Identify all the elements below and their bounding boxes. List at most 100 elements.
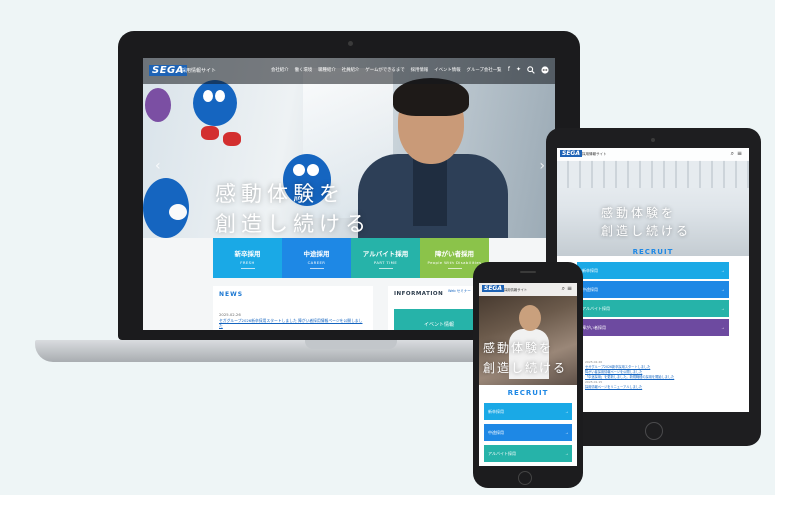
phone-home-button (518, 471, 532, 485)
tile-sublabel: PART TIME (373, 259, 398, 265)
tablet-news-list: 2025.02.26 セガグループ2026新卒採用スタートしました 障がい者採用… (585, 360, 735, 390)
nav-item-environment[interactable]: 働く環境 (295, 67, 313, 73)
event-card-label: イベント情報 (424, 322, 455, 328)
arrow-right-icon: → (721, 306, 724, 311)
nav-item-group[interactable]: グループ会社一覧 (467, 67, 502, 73)
plush-shoe (223, 132, 241, 146)
plush-toy (145, 88, 171, 122)
nav-item-events[interactable]: イベント情報 (434, 67, 460, 73)
sega-logo[interactable]: SEGA (560, 150, 582, 157)
device-mockup-scene: ‹ › 感動体験を 創造し続ける SEGA 採用情報サイト 会社紹介 働く環境 … (0, 0, 795, 509)
tile-sublabel: FRESH (240, 259, 255, 265)
arrow-right-icon: → (565, 409, 568, 414)
tablet-screen: 感動体験を 創造し続ける SEGA 採用情報サイト ⌕≡ RECRUIT 新卒採… (557, 148, 749, 412)
arrow-right-icon: → (721, 268, 724, 273)
event-card[interactable]: イベント情報 (394, 309, 482, 330)
facebook-icon[interactable]: f (508, 66, 510, 77)
plush-shoe (201, 126, 219, 140)
plush-eye (307, 164, 319, 176)
news-link[interactable]: セガグループ2026新卒採用スタートしました 障がい者採用情報ページを公開しまし… (219, 318, 364, 328)
tablet-nav-icons: ⌕≡ (731, 150, 745, 158)
nav-item-jobs[interactable]: 職種紹介 (318, 67, 336, 73)
recruit-tiles: 新卒採用 FRESH 中途採用 CAREER アルバイト採用 PART TIME… (213, 238, 489, 278)
nav-item-company[interactable]: 会社紹介 (271, 67, 289, 73)
arrow-right-icon: → (565, 430, 568, 435)
tile-part-time[interactable]: アルバイト採用 PART TIME (351, 238, 420, 278)
tablet-camera (651, 138, 655, 142)
plush-toy (193, 80, 237, 126)
nav-item-staff[interactable]: 社員紹介 (342, 67, 360, 73)
news-section: NEWS 2025.02.26 セガグループ2026新卒採用スタートしました 障… (213, 286, 373, 330)
tile-career[interactable]: 中途採用 CAREER (282, 238, 351, 278)
tablet-hero-image: 感動体験を 創造し続ける (557, 148, 749, 256)
site-name[interactable]: 採用情報サイト (504, 287, 527, 292)
tile-label: アルバイト採用 (362, 249, 409, 258)
news-heading: NEWS (219, 291, 244, 298)
row-label: 新卒採用 (582, 267, 598, 273)
site-name[interactable]: 採用情報サイト (181, 67, 216, 74)
recruit-heading: RECRUIT (632, 248, 674, 256)
tile-divider (309, 267, 324, 269)
sega-logo[interactable]: SEGA (482, 285, 504, 292)
news-date: 2025.02.26 (219, 312, 241, 317)
tablet-home-button (645, 422, 663, 440)
hamburger-menu-icon[interactable]: ≡ (737, 150, 745, 157)
top-navigation: SEGA 採用情報サイト 会社紹介 働く環境 職種紹介 社員紹介 ゲームができる… (143, 58, 555, 84)
laptop-camera (348, 41, 353, 46)
tablet-row-career[interactable]: 中途採用 → (577, 281, 729, 298)
menu-icon[interactable] (541, 66, 549, 77)
search-icon[interactable] (527, 66, 535, 77)
phone-navigation: SEGA 採用情報サイト ⌕≡ (479, 283, 577, 296)
tile-label: 中途採用 (303, 249, 330, 258)
bottom-margin (0, 495, 795, 509)
hamburger-menu-icon[interactable]: ≡ (567, 285, 574, 292)
phone-row-career[interactable]: 中途採用 → (484, 424, 572, 441)
tablet-hero-line2: 創造し続ける (601, 224, 692, 238)
phone-recruit-list: 新卒採用 → 中途採用 → アルバイト採用 → (484, 403, 572, 466)
nav-menu: 会社紹介 働く環境 職種紹介 社員紹介 ゲームができるまで 採用情報 イベント情… (271, 67, 501, 73)
tablet-row-part-time[interactable]: アルバイト採用 → (577, 300, 729, 317)
plush-eye (215, 90, 225, 102)
plush-eye (203, 90, 213, 102)
right-margin (775, 0, 795, 509)
tile-fresh[interactable]: 新卒採用 FRESH (213, 238, 282, 278)
hero-next-arrow[interactable]: › (539, 158, 545, 174)
row-label: 新卒採用 (488, 408, 504, 414)
web-seminar-badge[interactable]: Web セミナー (448, 289, 471, 293)
phone-nav-icons: ⌕≡ (562, 285, 574, 293)
tile-divider (240, 267, 255, 269)
tile-sublabel: CAREER (307, 259, 326, 265)
phone-hero-person-head (519, 305, 541, 331)
twitter-icon[interactable]: ✦ (516, 66, 521, 77)
tile-label: 新卒採用 (234, 249, 261, 258)
phone-hero-line2: 創造し続ける (483, 361, 568, 375)
person-shirt (413, 156, 447, 226)
tablet-row-disabilities[interactable]: 障がい者採用 → (577, 319, 729, 336)
arrow-right-icon: → (565, 451, 568, 456)
phone-speaker (520, 271, 536, 273)
phone-hero-line1: 感動体験を (483, 341, 554, 355)
row-label: 中途採用 (582, 286, 598, 292)
tablet-recruit-list: 新卒採用 → 中途採用 → アルバイト採用 → 障がい者採用 → (577, 262, 729, 338)
arrow-right-icon: → (721, 325, 724, 330)
nav-item-game-making[interactable]: ゲームができるまで (365, 67, 404, 73)
tablet-hero-ceiling (557, 160, 749, 188)
tile-divider (447, 267, 462, 269)
phone-row-part-time[interactable]: アルバイト採用 → (484, 445, 572, 462)
phone-row-fresh[interactable]: 新卒採用 → (484, 403, 572, 420)
tablet-navigation: SEGA 採用情報サイト ⌕≡ (557, 148, 749, 161)
tablet-hero-line1: 感動体験を (601, 206, 677, 220)
row-label: アルバイト採用 (488, 450, 516, 456)
tile-divider (378, 267, 393, 269)
recruit-heading: RECRUIT (507, 389, 549, 397)
phone-hero-image: 感動体験を 創造し続ける (479, 283, 577, 385)
row-label: 中途採用 (488, 429, 504, 435)
nav-item-recruit[interactable]: 採用情報 (411, 67, 429, 73)
site-name[interactable]: 採用情報サイト (582, 152, 607, 157)
laptop-notch (305, 340, 397, 349)
tablet-row-fresh[interactable]: 新卒採用 → (577, 262, 729, 279)
arrow-right-icon: → (721, 287, 724, 292)
news-link[interactable]: 採用情報ページをリニューアルしました (585, 385, 735, 390)
hero-prev-arrow[interactable]: ‹ (155, 158, 161, 174)
information-heading: INFORMATION (394, 291, 444, 297)
